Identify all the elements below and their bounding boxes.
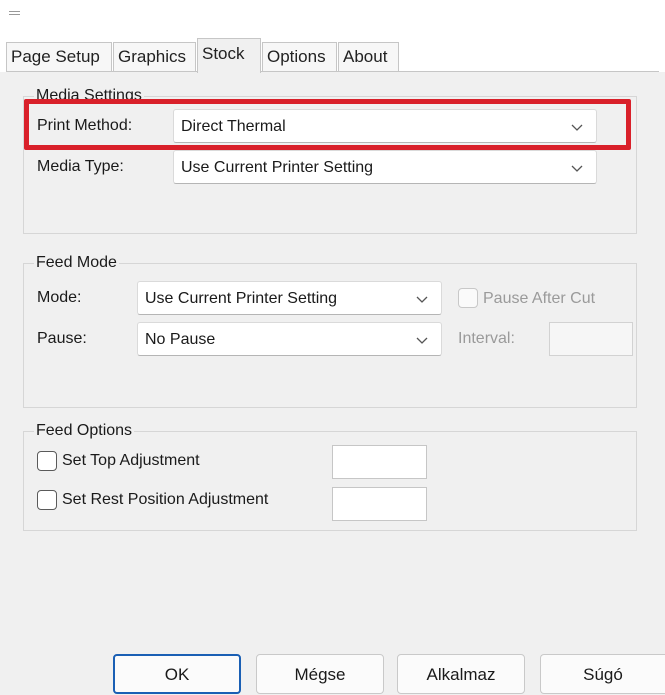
ok-button[interactable]: OK: [113, 654, 241, 694]
set-rest-position-checkbox[interactable]: [37, 490, 57, 510]
tab-about[interactable]: About: [338, 42, 399, 72]
tab-label: Graphics: [118, 47, 187, 66]
tab-page-setup[interactable]: Page Setup: [6, 42, 112, 72]
rest-position-input[interactable]: [332, 487, 427, 521]
tab-options[interactable]: Options: [262, 42, 337, 72]
group-title: Feed Mode: [34, 253, 119, 273]
chevron-down-icon: [416, 296, 428, 303]
button-label: OK: [164, 665, 190, 684]
cancel-button[interactable]: Mégse: [256, 654, 384, 694]
pause-label: Pause:: [37, 330, 87, 347]
apply-button[interactable]: Alkalmaz: [397, 654, 525, 694]
tab-label: Stock: [202, 44, 245, 63]
tab-strip: Page Setup Graphics Stock Options About: [0, 34, 665, 73]
highlight-box: [24, 99, 631, 150]
media-type-label: Media Type:: [37, 158, 124, 175]
top-adjustment-input[interactable]: [332, 445, 427, 479]
chevron-down-icon: [416, 337, 428, 344]
chevron-down-icon: [571, 165, 583, 172]
set-rest-position-label: Set Rest Position Adjustment: [62, 491, 269, 508]
tab-label: Page Setup: [11, 47, 100, 66]
button-label: Mégse: [294, 665, 346, 684]
mode-value: Use Current Printer Setting: [145, 290, 338, 307]
pause-after-cut-checkbox[interactable]: [458, 288, 478, 308]
mode-select[interactable]: Use Current Printer Setting: [137, 281, 442, 315]
interval-label: Interval:: [458, 330, 515, 347]
pause-after-cut-label: Pause After Cut: [483, 290, 596, 307]
set-top-adjustment-checkbox[interactable]: [37, 451, 57, 471]
button-label: Alkalmaz: [426, 665, 496, 684]
media-type-value: Use Current Printer Setting: [181, 159, 374, 176]
tab-stock[interactable]: Stock: [197, 38, 261, 73]
interval-input[interactable]: [549, 322, 633, 356]
pause-select[interactable]: No Pause: [137, 322, 442, 356]
help-button[interactable]: Súgó: [540, 654, 665, 694]
app-icon: [9, 11, 20, 15]
tab-label: About: [343, 47, 388, 66]
set-top-adjustment-label: Set Top Adjustment: [62, 452, 200, 469]
feed-options-group: Feed Options: [23, 421, 637, 531]
media-type-select[interactable]: Use Current Printer Setting: [173, 150, 597, 184]
group-title: Feed Options: [34, 421, 135, 441]
mode-label: Mode:: [37, 289, 82, 306]
title-bar: [0, 0, 665, 34]
tab-graphics[interactable]: Graphics: [113, 42, 196, 72]
tab-divider: [6, 71, 659, 72]
tab-label: Options: [267, 47, 326, 66]
pause-value: No Pause: [145, 331, 216, 348]
button-label: Súgó: [583, 665, 623, 684]
